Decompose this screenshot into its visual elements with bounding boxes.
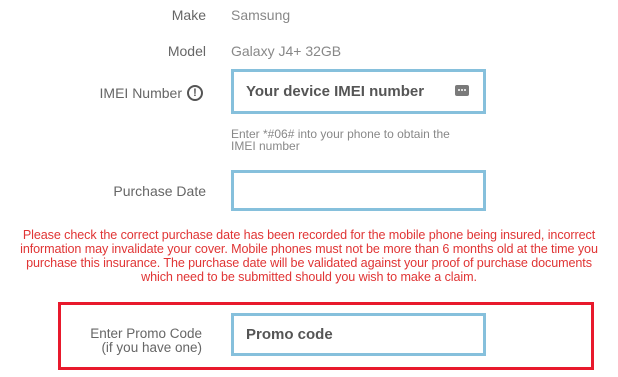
make-label: Make [171, 7, 206, 23]
imei-field [231, 69, 486, 114]
model-label: Model [167, 43, 206, 59]
imei-input[interactable] [234, 72, 483, 111]
make-value: Samsung [231, 7, 291, 23]
warning-line3: purchase this insurance. The purchase da… [26, 256, 592, 270]
imei-hint: Enter *#06# into your phone to obtain th… [231, 128, 450, 152]
promo-code-input[interactable] [234, 316, 483, 353]
promo-label: Enter Promo Code (if you have one) [90, 327, 202, 355]
purchase-date-input[interactable] [234, 173, 483, 208]
promo-label-line1: Enter Promo Code [90, 326, 202, 341]
warning-line4: which need to be submitted should you wi… [141, 270, 477, 284]
keypad-icon[interactable] [455, 85, 469, 96]
promo-code-field [231, 313, 486, 356]
purchase-date-field [231, 170, 486, 211]
imei-hint-line2: IMEI number [231, 139, 300, 153]
purchase-date-warning: Please check the correct purchase date h… [4, 228, 614, 284]
info-circle-icon[interactable]: ! [187, 85, 203, 101]
model-value: Galaxy J4+ 32GB [231, 43, 342, 59]
warning-line1: Please check the correct purchase date h… [22, 228, 596, 242]
warning-line2: information may invalidate your cover. M… [20, 242, 598, 256]
insurance-device-form: Make Samsung Model Galaxy J4+ 32GB IMEI … [0, 0, 618, 377]
imei-label: IMEI Number [99, 85, 182, 101]
purchase-date-label: Purchase Date [113, 183, 206, 199]
promo-label-line2: (if you have one) [101, 340, 202, 355]
